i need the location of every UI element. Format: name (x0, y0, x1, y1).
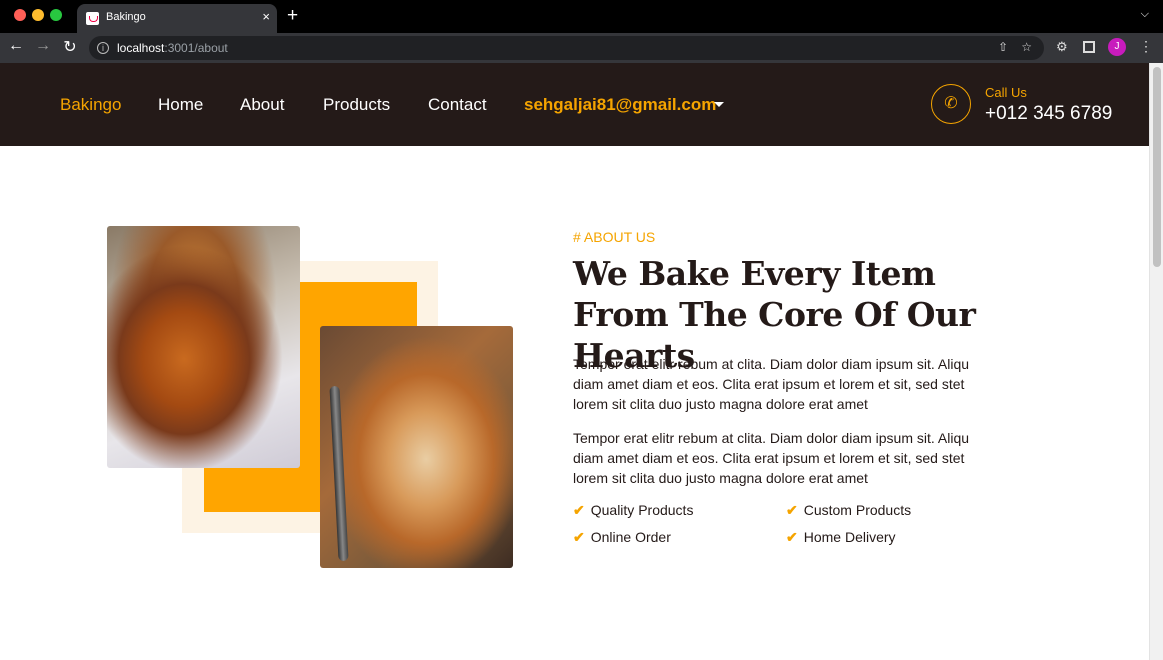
favicon-icon (86, 12, 99, 25)
tab-title: Bakingo (106, 11, 146, 23)
minimize-window-button[interactable] (32, 9, 44, 21)
check-icon: ✔ (786, 502, 798, 518)
forward-icon[interactable]: → (33, 37, 53, 55)
call-number: +012 345 6789 (985, 103, 1113, 124)
check-icon: ✔ (573, 502, 585, 518)
tab-search-icon[interactable]: ⌵ (1141, 8, 1149, 21)
page-viewport: Bakingo Home About Products Contact sehg… (0, 63, 1149, 660)
site-navbar: Bakingo Home About Products Contact sehg… (0, 63, 1149, 146)
croissant-image (107, 226, 300, 468)
phone-icon: ✆ (931, 84, 971, 124)
nav-link-home[interactable]: Home (158, 95, 203, 115)
url-input[interactable]: i localhost:3001/about ⇧ ☆ (89, 36, 1044, 60)
caret-down-icon[interactable] (714, 102, 724, 107)
user-dropdown-toggle[interactable]: sehgaljai81@gmail.com (524, 95, 716, 115)
page-scrollbar[interactable] (1149, 63, 1163, 660)
sliced-bread-image (320, 326, 513, 568)
feature-online-order: ✔ Online Order (573, 529, 671, 545)
browser-tab[interactable]: Bakingo × (77, 4, 277, 33)
tab-close-icon[interactable]: × (262, 9, 270, 24)
feature-quality-products: ✔ Quality Products (573, 502, 694, 518)
check-icon: ✔ (573, 529, 585, 545)
nav-link-products[interactable]: Products (323, 95, 390, 115)
about-paragraph-2: Tempor erat elitr rebum at clita. Diam d… (573, 430, 970, 486)
about-paragraph-1: Tempor erat elitr rebum at clita. Diam d… (573, 356, 970, 412)
nav-link-about[interactable]: About (240, 95, 284, 115)
profile-avatar[interactable]: J (1108, 38, 1126, 56)
scrollbar-thumb[interactable] (1153, 67, 1161, 267)
url-text: localhost:3001/about (117, 41, 228, 55)
reload-icon[interactable]: ↻ (60, 37, 80, 57)
browser-menu-icon[interactable]: ⋮ (1139, 38, 1153, 55)
new-tab-button[interactable]: + (287, 5, 298, 27)
brand-logo-link[interactable]: Bakingo (60, 95, 121, 115)
side-panel-icon[interactable] (1083, 41, 1095, 53)
site-info-icon[interactable]: i (97, 42, 109, 54)
section-eyebrow: # ABOUT US (573, 229, 656, 245)
bookmark-star-icon[interactable]: ☆ (1021, 40, 1032, 54)
check-icon: ✔ (786, 529, 798, 545)
share-icon[interactable]: ⇧ (998, 40, 1008, 54)
feature-custom-products: ✔ Custom Products (786, 502, 912, 518)
browser-tab-bar: Bakingo × + ⌵ (0, 0, 1163, 33)
call-us-label: Call Us (985, 85, 1027, 100)
nav-link-contact[interactable]: Contact (428, 95, 487, 115)
close-window-button[interactable] (14, 9, 26, 21)
maximize-window-button[interactable] (50, 9, 62, 21)
extensions-icon[interactable]: ⚙ (1056, 39, 1068, 55)
address-bar: ← → ↻ i localhost:3001/about ⇧ ☆ ⚙ J ⋮ (0, 33, 1163, 63)
knife-shape (329, 385, 349, 562)
feature-home-delivery: ✔ Home Delivery (786, 529, 896, 545)
back-icon[interactable]: ← (6, 37, 26, 55)
